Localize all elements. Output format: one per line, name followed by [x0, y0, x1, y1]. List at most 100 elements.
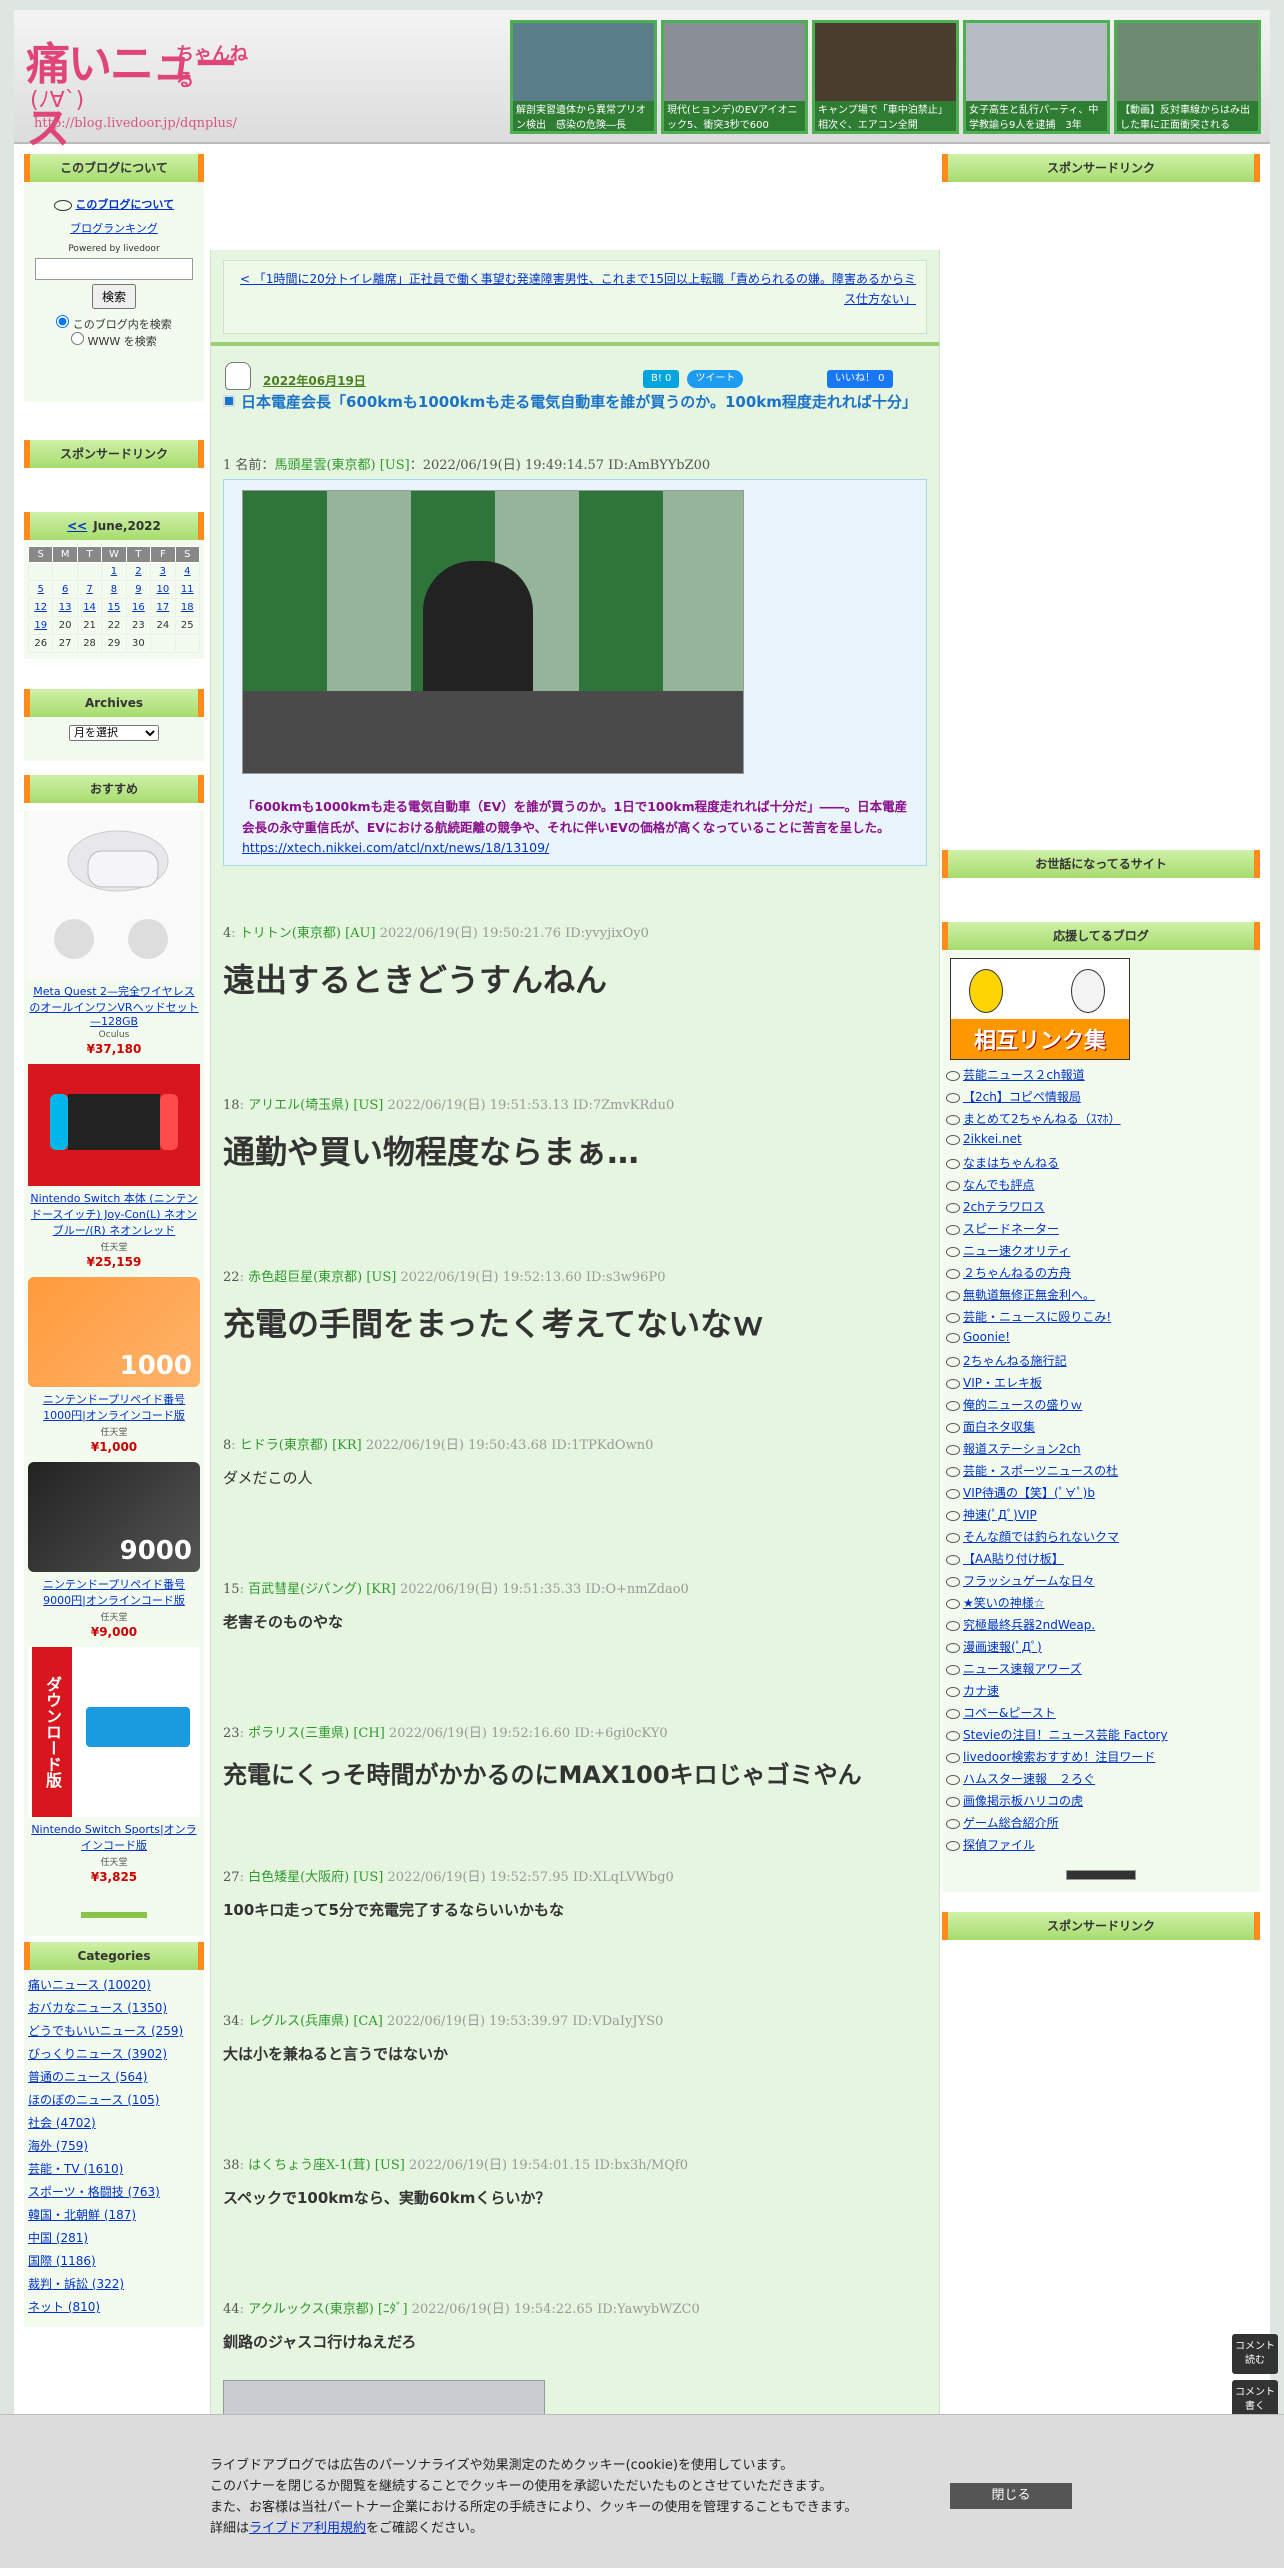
article-date[interactable]: 2022年06月19日 — [263, 372, 366, 389]
tweet-button[interactable]: ツイート — [687, 370, 744, 388]
category-link[interactable]: スポーツ・格闘技 (763) — [28, 2185, 160, 2199]
category-link[interactable]: ほのぼのニュース (105) — [28, 2093, 159, 2107]
calendar-link[interactable]: 14 — [83, 602, 96, 613]
blog-link[interactable]: ハムスター速報 ２ろぐ — [963, 1772, 1095, 1786]
category-link[interactable]: どうでもいいニュース (259) — [28, 2024, 183, 2038]
radio-www[interactable] — [71, 332, 85, 345]
product-link[interactable]: Nintendo Switch 本体 (ニンテンドースイッチ) Joy-Con(… — [30, 1192, 197, 1237]
blog-link[interactable]: VIP待遇の【笑】(ﾟ∀ﾟ)b — [963, 1486, 1095, 1500]
list-credit-badge[interactable] — [1066, 1870, 1136, 1880]
product-item[interactable]: 1000 ニンテンドープリペイド番号 1000円|オンラインコード版 任天堂 ¥… — [28, 1277, 200, 1454]
category-link[interactable]: 社会 (4702) — [28, 2116, 96, 2130]
blog-link[interactable]: 究極最終兵器2ndWeap. — [963, 1618, 1095, 1632]
blog-link[interactable]: livedoor検索おすすめ！注目ワード — [963, 1750, 1155, 1764]
header-thumb[interactable]: キャンプ場で「車中泊禁止」相次ぐ、エアコン全開 — [812, 20, 959, 134]
category-link[interactable]: おバカなニュース (1350) — [28, 2001, 167, 2015]
source-link[interactable]: https://xtech.nikkei.com/atcl/nxt/news/1… — [242, 840, 549, 855]
blog-link[interactable]: まとめて2ちゃんねる（ｽﾏﾎ） — [963, 1112, 1121, 1126]
category-link[interactable]: ネット (810) — [28, 2300, 100, 2314]
calendar-link[interactable]: 4 — [184, 566, 190, 577]
blog-link[interactable]: Goonie! — [963, 1330, 1010, 1344]
calendar-link[interactable]: 2 — [135, 566, 141, 577]
calendar-link[interactable]: 7 — [86, 584, 92, 595]
product-item[interactable]: 9000 ニンテンドープリペイド番号 9000円|オンラインコード版 任天堂 ¥… — [28, 1462, 200, 1639]
blog-link[interactable]: コペー&ピースト — [963, 1706, 1056, 1720]
product-item[interactable]: ダウンロード版 Nintendo Switch Sports|オンラインコード版… — [28, 1647, 200, 1884]
blog-link[interactable]: そんな顔では釣られないクマ — [963, 1530, 1119, 1544]
hatena-button[interactable]: B! 0 — [643, 370, 680, 388]
calendar-link[interactable]: 5 — [38, 584, 44, 595]
category-link[interactable]: 国際 (1186) — [28, 2254, 96, 2268]
blog-link[interactable]: なんでも評点 — [963, 1178, 1034, 1192]
search-button[interactable]: 検索 — [91, 284, 136, 309]
calendar-link[interactable]: 19 — [34, 620, 47, 631]
calendar-link[interactable]: 17 — [156, 602, 169, 613]
header-thumb[interactable]: 現代(ヒョンデ)のEVアイオニック5、衝突3秒で600 — [661, 20, 808, 134]
product-link[interactable]: ニンテンドープリペイド番号 1000円|オンラインコード版 — [43, 1393, 185, 1422]
comment-read-button[interactable]: コメント読む — [1232, 2334, 1278, 2374]
archives-select[interactable]: 月を選択 — [69, 725, 159, 741]
blog-link[interactable]: なまはちゃんねる — [963, 1156, 1059, 1170]
mutual-link-banner[interactable]: 相互リンク集 — [950, 958, 1130, 1060]
cookie-close-button[interactable]: 閉じる — [950, 2483, 1072, 2509]
header-thumb[interactable]: 解剖実習遺体から異常プリオン検出 感染の危険―長 — [510, 20, 657, 134]
calendar-link[interactable]: 18 — [181, 602, 194, 613]
prev-article-link[interactable]: < 「1時間に20分トイレ離席」正社員で働く事望む発達障害男性、これまで15回以… — [240, 272, 916, 306]
calendar-link[interactable]: 16 — [132, 602, 145, 613]
blog-link[interactable]: 画像掲示板ハリコの虎 — [963, 1794, 1083, 1808]
blog-link[interactable]: 俺的ニュースの盛りｗ — [963, 1398, 1082, 1412]
blog-link[interactable]: 漫画速報(ﾟДﾟ) — [963, 1640, 1042, 1654]
product-item[interactable]: Nintendo Switch 本体 (ニンテンドースイッチ) Joy-Con(… — [28, 1064, 200, 1269]
blog-link[interactable]: 芸能ニュース２ch報道 — [963, 1068, 1085, 1082]
blog-link[interactable]: 報道ステーション2ch — [963, 1442, 1081, 1456]
calendar-link[interactable]: 15 — [108, 602, 121, 613]
calendar-link[interactable]: 10 — [156, 584, 169, 595]
site-logo[interactable]: 痛いニュース ちゃんねる (ﾉ∀`) http://blog.livedoor.… — [26, 28, 256, 154]
header-thumb[interactable]: 【動画】反対車線からはみ出した車に正面衝突される — [1114, 20, 1261, 134]
calendar-link[interactable]: 11 — [181, 584, 194, 595]
radio-blog[interactable] — [56, 315, 70, 328]
blog-link[interactable]: 無軌道無修正無金利へ。 — [963, 1288, 1095, 1302]
category-link[interactable]: 普通のニュース (564) — [28, 2070, 147, 2084]
blog-link[interactable]: VIP・エレキ板 — [963, 1376, 1042, 1390]
calendar-link[interactable]: 8 — [111, 584, 117, 595]
header-thumb[interactable]: 女子高生と乱行パーティ、中学教諭ら9人を逮捕 3年 — [963, 20, 1110, 134]
calendar-link[interactable]: 13 — [59, 602, 72, 613]
terms-link[interactable]: ライブドア利用規約 — [249, 2521, 366, 2536]
search-input[interactable] — [35, 258, 193, 280]
about-link[interactable]: このブログについて — [75, 198, 174, 211]
calendar-link[interactable]: 3 — [160, 566, 166, 577]
calendar-link[interactable]: 1 — [111, 566, 117, 577]
blog-link[interactable]: 【AA貼り付け板】 — [963, 1552, 1064, 1566]
blog-link[interactable]: 神速(ﾟДﾟ)VIP — [963, 1508, 1037, 1522]
blog-link[interactable]: 2ikkei.net — [963, 1132, 1022, 1146]
calendar-link[interactable]: 6 — [62, 584, 68, 595]
blog-link[interactable]: スピードネーター — [963, 1222, 1059, 1236]
blog-link[interactable]: 2ちゃんねる施行記 — [963, 1354, 1067, 1368]
blog-link[interactable]: フラッシュゲームな日々 — [963, 1574, 1095, 1588]
blog-link[interactable]: ２ちゃんねるの方舟 — [963, 1266, 1071, 1280]
blog-link[interactable]: 芸能・スポーツニュースの杜 — [963, 1464, 1118, 1478]
blog-link[interactable]: ゲーム総合紹介所 — [963, 1816, 1059, 1830]
category-link[interactable]: 中国 (281) — [28, 2231, 88, 2245]
blog-link[interactable]: カナ速 — [963, 1684, 999, 1698]
blog-link[interactable]: 面白ネタ収集 — [963, 1420, 1035, 1434]
category-link[interactable]: 韓国・北朝鮮 (187) — [28, 2208, 136, 2222]
product-item[interactable]: Meta Quest 2—完全ワイヤレスのオールインワンVRヘッドセット—128… — [28, 811, 200, 1056]
category-link[interactable]: 海外 (759) — [28, 2139, 88, 2153]
blog-link[interactable]: 【2ch】コピペ情報局 — [963, 1090, 1081, 1104]
calendar-prev[interactable]: << — [67, 519, 87, 533]
calendar-link[interactable]: 9 — [135, 584, 141, 595]
like-button[interactable]: いいね！ 0 — [827, 370, 893, 388]
widget-credit-badge[interactable] — [81, 1912, 147, 1918]
blog-link[interactable]: 芸能・ニュースに殴りこみ! — [963, 1310, 1111, 1324]
ranking-link[interactable]: ブログランキング — [70, 222, 158, 235]
blog-link[interactable]: 2chテラワロス — [963, 1200, 1045, 1214]
category-link[interactable]: 痛いニュース (10020) — [28, 1978, 151, 1992]
calendar-link[interactable]: 12 — [34, 602, 47, 613]
blog-link[interactable]: Stevieの注目！ニュース芸能 Factory — [963, 1728, 1168, 1742]
category-link[interactable]: 芸能・TV (1610) — [28, 2162, 123, 2176]
product-link[interactable]: ニンテンドープリペイド番号 9000円|オンラインコード版 — [43, 1578, 185, 1607]
product-link[interactable]: Meta Quest 2—完全ワイヤレスのオールインワンVRヘッドセット—128… — [29, 985, 198, 1028]
blog-link[interactable]: 探偵ファイル — [963, 1838, 1035, 1852]
